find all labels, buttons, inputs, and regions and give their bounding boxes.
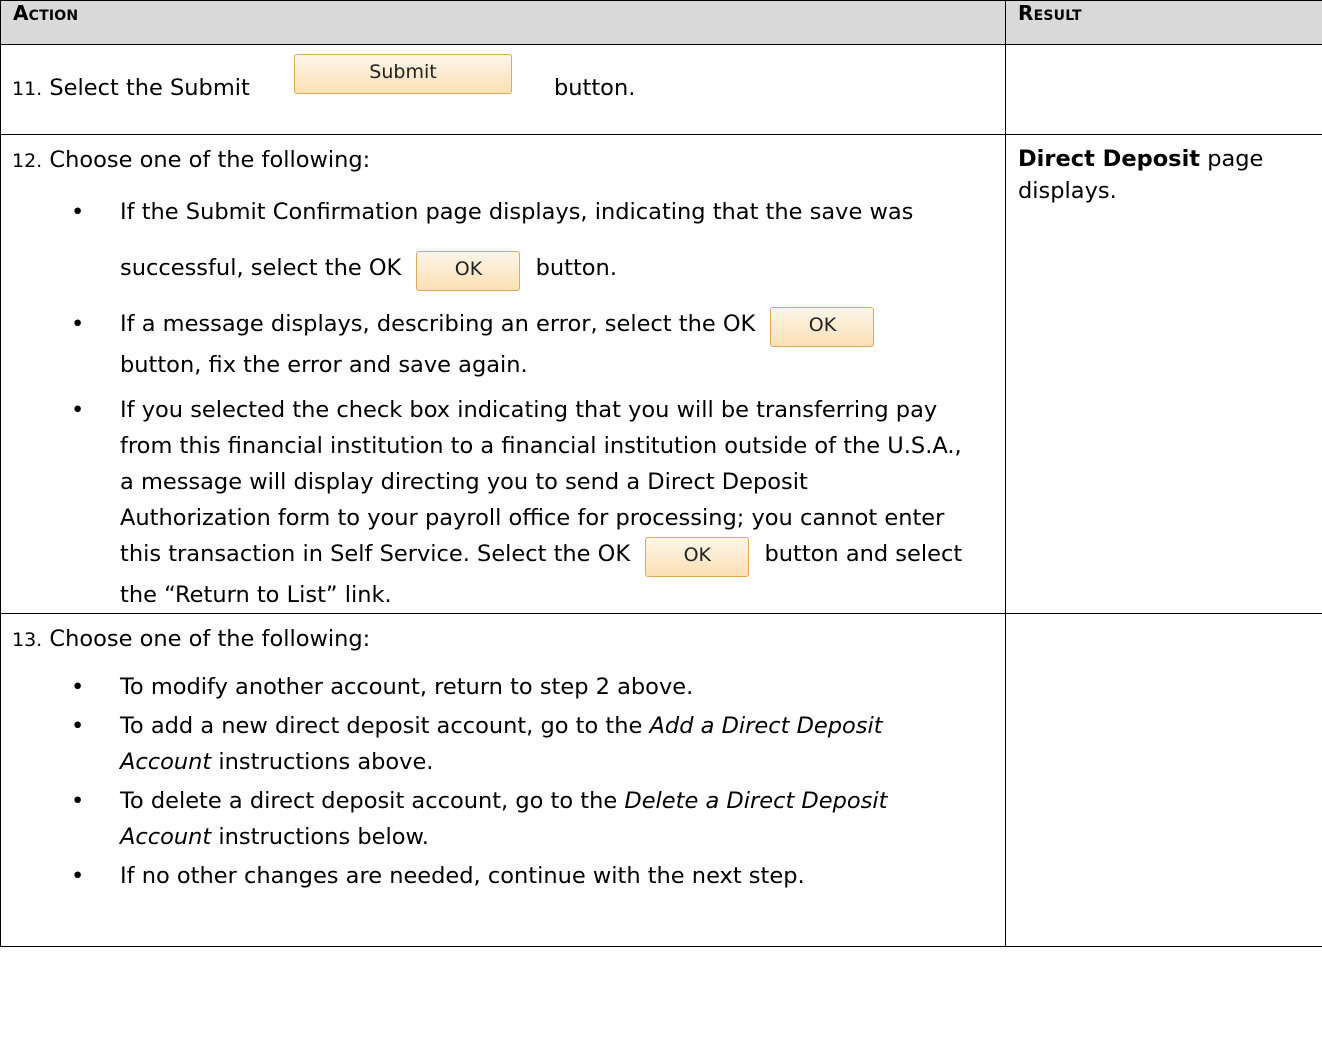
list-item: • If a message displays, describing an e… [1,306,965,383]
ok-button[interactable]: OK [645,537,750,577]
step-11-text-after: button. [554,75,636,101]
ok-button[interactable]: OK [770,307,875,347]
step-13-option-2-tail: instructions above. [218,749,434,775]
list-item: • To delete a direct deposit account, go… [1,783,965,855]
bullet-icon: • [71,311,85,337]
bullet-icon: • [71,863,85,889]
step-13-action: 13. Choose one of the following: • To mo… [0,613,1006,947]
list-item: • To modify another account, return to s… [1,669,965,705]
step-13-row: 13. Choose one of the following: • To mo… [0,613,1322,947]
step-11-action: 11. Select the Submit Submit button. [0,44,1006,135]
step-13-number: 13. [12,629,43,651]
bullet-icon: • [71,713,85,739]
step-12-option-2-tail: button, fix the error and save again. [120,352,528,378]
header-row: Action Result [0,0,1322,45]
step-12-number: 12. [12,150,43,172]
action-header-label: Action [13,1,79,25]
result-column-header: Result [1005,0,1322,45]
step-12-result: Direct Deposit page displays. [1005,134,1322,614]
step-11-row: 11. Select the Submit Submit button. [0,44,1322,135]
step-12-option-2-text: If a message displays, describing an err… [120,311,756,337]
bullet-icon: • [71,199,85,225]
step-13-options: • To modify another account, return to s… [1,669,1005,894]
action-column-header: Action [0,0,1006,45]
step-12-options: • If the Submit Confirmation page displa… [1,184,1005,613]
step-12-action: 12. Choose one of the following: • If th… [0,134,1006,614]
list-item: • If you selected the check box indicati… [1,392,965,613]
step-12-row: 12. Choose one of the following: • If th… [0,134,1322,614]
step-13-option-3-tail: instructions below. [218,824,429,850]
step-11-text: Select the Submit [49,75,250,101]
step-13-intro: Choose one of the following: [49,626,371,652]
step-13-option-4-text: If no other changes are needed, continue… [120,863,805,889]
list-item: • To add a new direct deposit account, g… [1,708,965,780]
bullet-icon: • [71,788,85,814]
direct-deposit-page-name: Direct Deposit [1018,146,1201,172]
ok-button[interactable]: OK [416,251,521,291]
bullet-icon: • [71,397,85,423]
step-11-result [1005,44,1322,135]
submit-button[interactable]: Submit [294,54,512,94]
result-header-label: Result [1018,1,1082,25]
bullet-icon: • [71,674,85,700]
list-item: • If no other changes are needed, contin… [1,858,990,894]
step-13-option-3-text: To delete a direct deposit account, go t… [120,788,618,814]
step-13-result [1005,613,1322,947]
step-13-option-1-text: To modify another account, return to ste… [120,674,694,700]
step-11-number: 11. [12,78,43,100]
step-13-option-2-text: To add a new direct deposit account, go … [120,713,643,739]
step-12-intro: Choose one of the following: [49,147,371,173]
step-12-option-1-tail: button. [535,255,617,281]
list-item: • If the Submit Confirmation page displa… [1,184,965,296]
procedure-table: Action Result 11. Select the Submit Subm… [0,0,1322,947]
